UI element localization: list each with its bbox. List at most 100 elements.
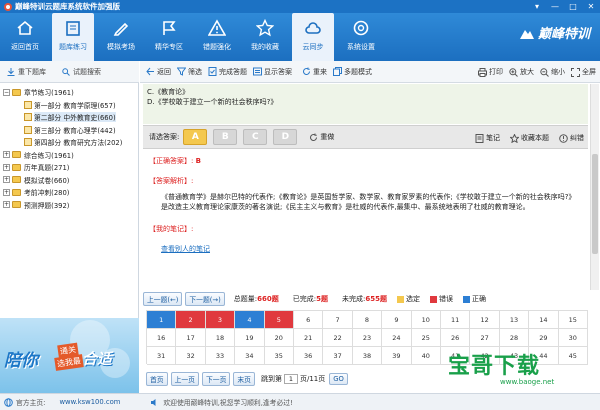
question-cell[interactable]: 19 <box>235 329 265 347</box>
question-cell[interactable]: 25 <box>411 329 441 347</box>
fullscreen-button[interactable]: 全屏 <box>571 67 596 77</box>
question-cell[interactable]: 38 <box>352 347 383 365</box>
question-cell[interactable]: 18 <box>205 329 236 347</box>
question-cell[interactable]: 10 <box>411 311 441 329</box>
question-cell[interactable]: 27 <box>470 329 500 347</box>
nav-home[interactable]: 返回首页 <box>4 13 46 61</box>
tree-node-part4[interactable]: 第四部分 教育研究方法(202) <box>0 136 138 149</box>
close-button[interactable]: ✕ <box>582 0 600 13</box>
question-cell[interactable]: 26 <box>440 329 471 347</box>
question-cell[interactable]: 15 <box>558 311 588 329</box>
question-cell[interactable]: 5 <box>264 311 294 329</box>
nav-favorites[interactable]: 我的收藏 <box>244 13 286 61</box>
question-cell[interactable]: 40 <box>411 347 441 365</box>
question-cell[interactable]: 3 <box>205 311 236 329</box>
option-b-button[interactable]: B <box>213 129 238 145</box>
question-cell[interactable]: 23 <box>352 329 383 347</box>
show-answer-button[interactable]: 显示答案 <box>253 67 292 77</box>
zoom-in-button[interactable]: 放大 <box>509 67 534 77</box>
tree-node-part1[interactable]: 第一部分 教育学原理(657) <box>0 99 138 112</box>
filter-button[interactable]: 筛选 <box>176 67 202 77</box>
question-cell[interactable]: 36 <box>293 347 324 365</box>
collapse-toggle[interactable]: − <box>3 88 10 96</box>
promo-banner[interactable]: 陪你 通关 选我最 合适 <box>0 318 139 393</box>
question-cell[interactable]: 29 <box>529 329 559 347</box>
print-button[interactable]: 打印 <box>478 67 503 77</box>
go-button[interactable]: GO <box>329 373 348 385</box>
question-cell[interactable]: 16 <box>147 329 177 347</box>
question-cell[interactable]: 33 <box>205 347 236 365</box>
zoom-out-button[interactable]: 缩小 <box>540 67 565 77</box>
question-cell[interactable]: 8 <box>352 311 383 329</box>
question-cell[interactable]: 30 <box>558 329 588 347</box>
note-button[interactable]: 笔记 <box>475 133 500 143</box>
tree-node-comprehensive[interactable]: + 综合练习(1961) <box>0 149 138 162</box>
option-d-button[interactable]: D <box>273 129 298 145</box>
expand-toggle[interactable]: + <box>3 176 10 184</box>
report-error-button[interactable]: 纠错 <box>559 133 584 143</box>
question-cell[interactable]: 1 <box>147 311 177 329</box>
question-cell[interactable]: 45 <box>558 347 588 365</box>
nav-settings[interactable]: 系统设置 <box>340 13 382 61</box>
question-cell[interactable]: 35 <box>264 347 294 365</box>
question-cell[interactable]: 22 <box>323 329 353 347</box>
page-number-input[interactable]: 1 <box>283 374 298 384</box>
redownload-bank-button[interactable]: 重下题库 <box>7 67 46 77</box>
option-c-button[interactable]: C <box>243 129 268 145</box>
question-cell[interactable]: 7 <box>323 311 353 329</box>
back-button[interactable]: 返回 <box>146 67 171 77</box>
nav-question-bank[interactable]: 题库练习 <box>52 13 94 61</box>
next-page-button[interactable]: 下一页 <box>201 372 231 386</box>
question-cell[interactable]: 6 <box>293 311 324 329</box>
question-cell[interactable]: 31 <box>147 347 177 365</box>
nav-mock-exam[interactable]: 模拟考场 <box>100 13 142 61</box>
question-cell[interactable]: 34 <box>235 347 265 365</box>
view-others-notes-link[interactable]: 查看别人的笔记 <box>149 244 582 254</box>
next-question-button[interactable]: 下一题(→) <box>185 292 225 306</box>
question-cell[interactable]: 24 <box>382 329 412 347</box>
redo-question-button[interactable]: 重做 <box>309 132 334 142</box>
maximize-button[interactable]: □ <box>564 0 582 13</box>
question-cell[interactable]: 9 <box>382 311 412 329</box>
expand-toggle[interactable]: + <box>3 188 10 196</box>
analysis-scrollbar[interactable] <box>590 84 599 290</box>
tree-node-predictions[interactable]: + 预测押题(392) <box>0 199 138 212</box>
redo-all-button[interactable]: 重来 <box>302 67 327 77</box>
tree-node-part2[interactable]: 第二部分 中外教育史(660) <box>0 111 138 124</box>
tree-node-past-exams[interactable]: + 历年真题(271) <box>0 161 138 174</box>
question-cell[interactable]: 4 <box>235 311 265 329</box>
search-questions-button[interactable]: 试题搜索 <box>62 67 101 77</box>
tree-node-part3[interactable]: 第三部分 教育心理学(442) <box>0 124 138 137</box>
favorite-question-button[interactable]: 收藏本题 <box>510 133 549 143</box>
prev-page-button[interactable]: 上一页 <box>170 372 199 386</box>
complete-answer-button[interactable]: 完成答题 <box>208 67 247 77</box>
question-cell[interactable]: 28 <box>499 329 530 347</box>
nav-cloud-sync[interactable]: 云同步 <box>292 13 334 61</box>
question-cell[interactable]: 32 <box>176 347 206 365</box>
tree-node-final-sprint[interactable]: + 考前冲刺(280) <box>0 186 138 199</box>
question-cell[interactable]: 20 <box>264 329 294 347</box>
expand-toggle[interactable]: + <box>3 201 10 209</box>
multi-mode-button[interactable]: 多题模式 <box>333 67 372 77</box>
tree-node-mock-papers[interactable]: + 模拟试卷(660) <box>0 174 138 187</box>
question-cell[interactable]: 2 <box>176 311 206 329</box>
question-cell[interactable]: 11 <box>440 311 471 329</box>
question-cell[interactable]: 17 <box>176 329 206 347</box>
first-page-button[interactable]: 首页 <box>146 372 168 386</box>
prev-question-button[interactable]: 上一题(←) <box>143 292 183 306</box>
nav-essence[interactable]: 精华专区 <box>148 13 190 61</box>
question-cell[interactable]: 39 <box>382 347 412 365</box>
question-cell[interactable]: 13 <box>499 311 530 329</box>
nav-wrong-practice[interactable]: 错题强化 <box>196 13 238 61</box>
expand-toggle[interactable]: + <box>3 163 10 171</box>
last-page-button[interactable]: 末页 <box>233 372 255 386</box>
menu-dropdown-button[interactable]: ▾ <box>528 0 546 13</box>
scrollbar-thumb[interactable] <box>592 154 598 254</box>
option-a-button[interactable]: A <box>183 129 208 145</box>
homepage-link[interactable]: www.ksw100.com <box>59 398 120 406</box>
question-cell[interactable]: 14 <box>529 311 559 329</box>
tree-node-chapters[interactable]: − 章节练习(1961) <box>0 86 138 99</box>
question-cell[interactable]: 12 <box>470 311 500 329</box>
minimize-button[interactable]: — <box>546 0 564 13</box>
question-cell[interactable]: 37 <box>323 347 353 365</box>
